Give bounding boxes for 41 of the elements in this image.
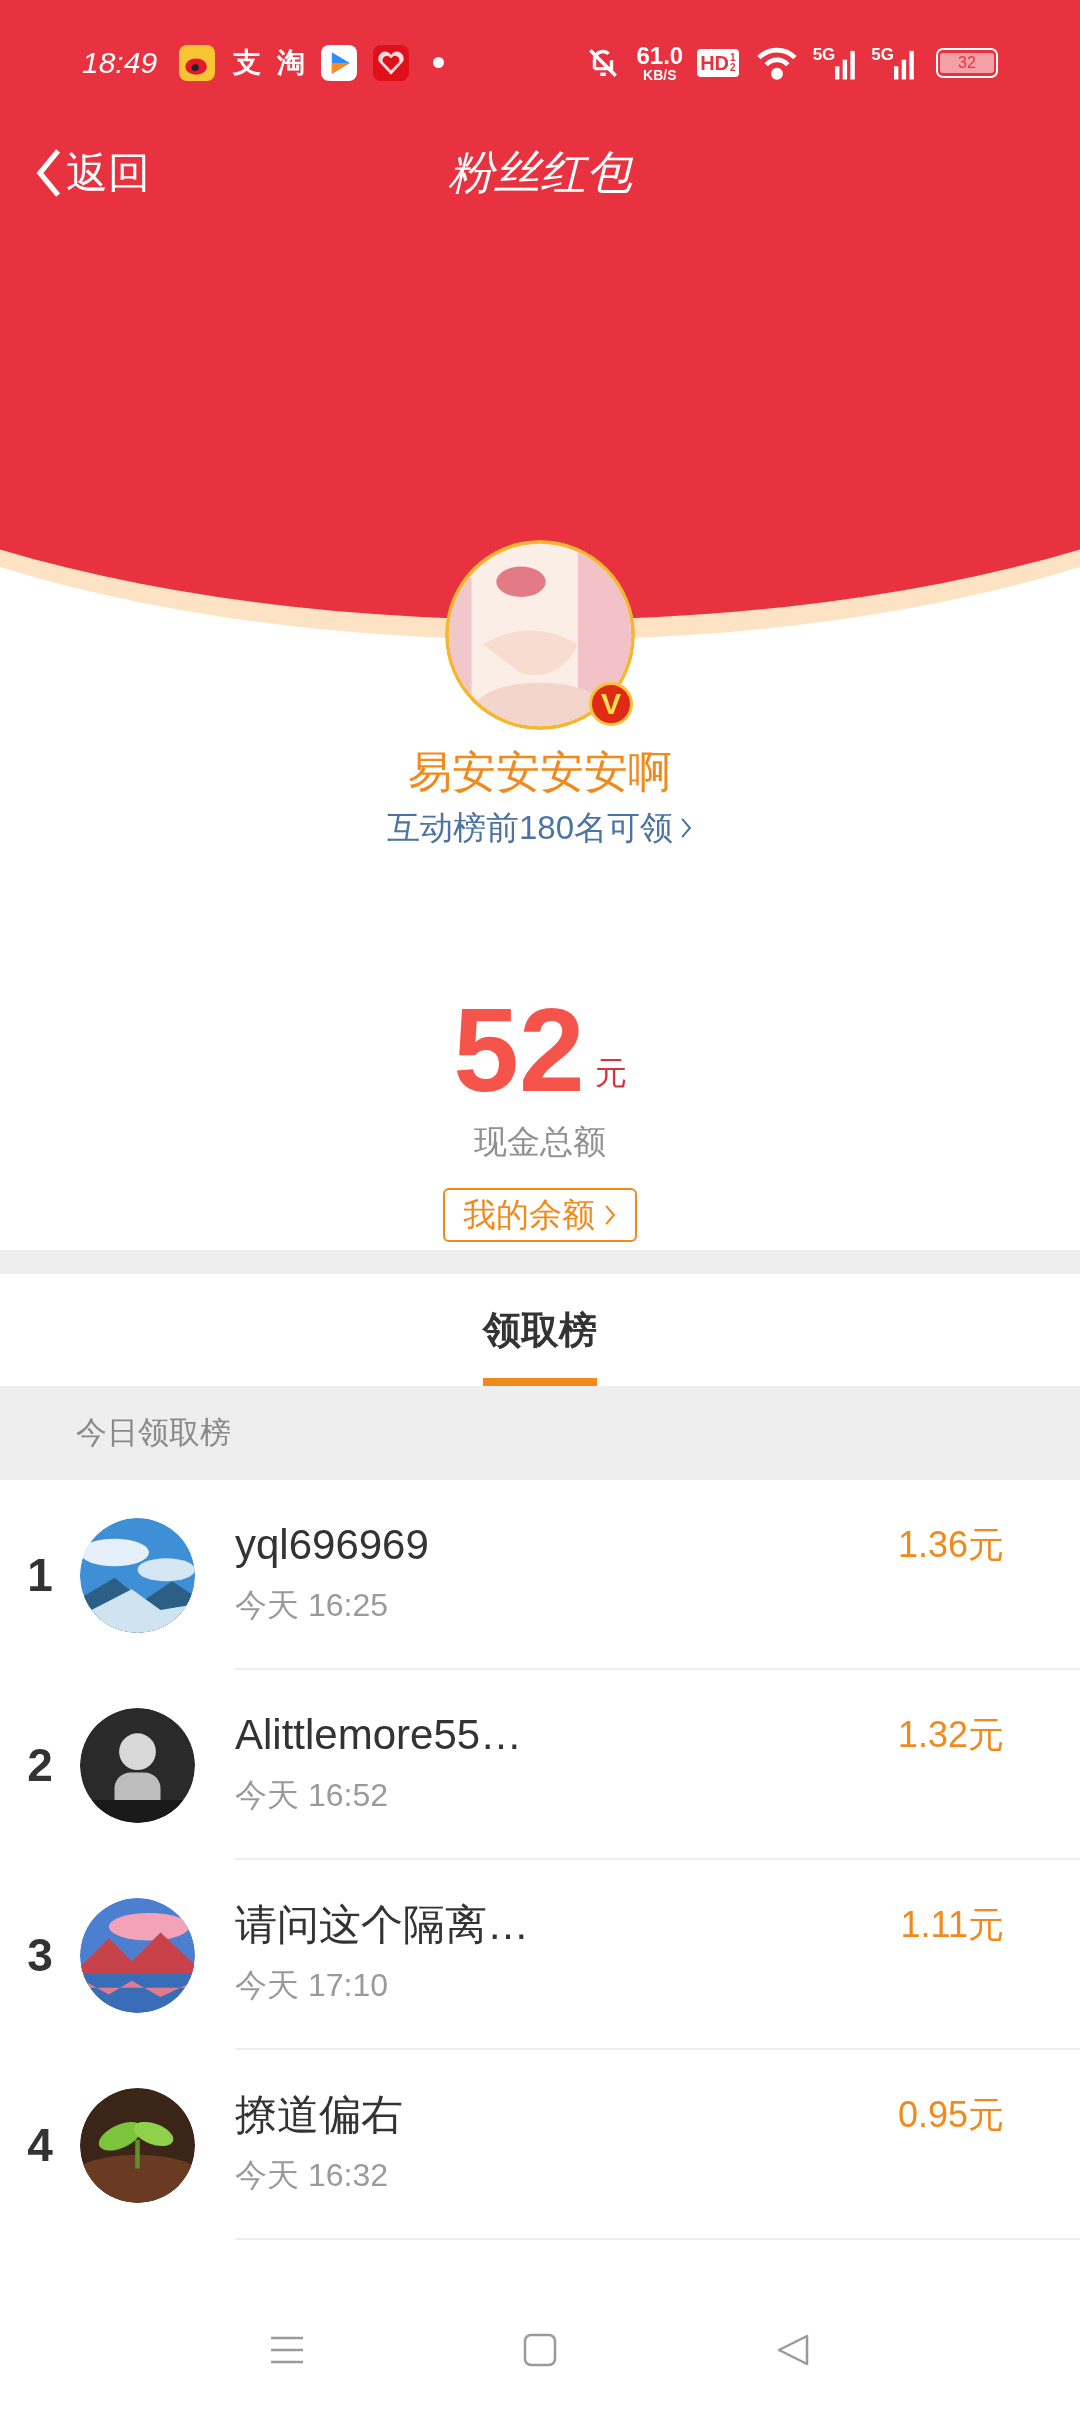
verified-badge: V [589, 682, 633, 726]
total-label: 现金总额 [474, 1121, 606, 1162]
balance-button[interactable]: 我的余额 [443, 1188, 637, 1242]
app-icon [321, 44, 358, 81]
claim-amount: 1.32元 [897, 1713, 1004, 1757]
app-glyph: 支 [233, 44, 262, 81]
user-name: yql696969 [235, 1519, 430, 1570]
app-icon [373, 44, 410, 81]
back-button[interactable]: 返回 [36, 141, 150, 204]
hd-sub: 2 [730, 62, 736, 73]
hd-sub: 1 [730, 52, 736, 63]
signal-label: 5G [871, 45, 894, 63]
claim-amount: 1.36元 [897, 1523, 1004, 1567]
app-glyph: 淘 [277, 44, 306, 81]
notification-dot-icon [433, 57, 445, 68]
network-unit: KB/S [643, 67, 677, 82]
page-title: 粉丝红包 [448, 144, 632, 201]
user-name: 撩道偏右 [235, 2089, 404, 2140]
battery-level: 32 [958, 54, 976, 71]
claim-time: 今天 16:52 [235, 1776, 389, 1816]
section-title: 今日领取榜 [76, 1413, 231, 1452]
user-name: Alittlemore55… [235, 1709, 524, 1760]
user-name: 请问这个隔离… [235, 1899, 530, 1950]
claim-time: 今天 16:25 [235, 1586, 389, 1626]
hd-label: HD [700, 52, 730, 73]
claim-amount: 0.95元 [897, 2093, 1004, 2137]
rank-number: 3 [26, 1927, 54, 1983]
rank-number: 2 [26, 1737, 54, 1793]
rank-number: 4 [26, 2117, 54, 2173]
network-speed: 61.0 [636, 43, 684, 68]
claim-time: 今天 17:10 [235, 1966, 389, 2006]
currency-unit: 元 [594, 1053, 627, 1093]
claim-time: 今天 16:32 [235, 2156, 389, 2196]
status-time: 18:49 [82, 45, 158, 81]
app-icon [179, 44, 216, 81]
eligibility-link[interactable]: 互动榜前180名可领 [386, 803, 694, 853]
total-amount: 52 [453, 990, 585, 1109]
rank-number: 1 [26, 1547, 54, 1603]
signal-label: 5G [812, 45, 836, 63]
claim-amount: 1.11元 [900, 1903, 1004, 1947]
user-name: 易安安安安啊 [408, 746, 672, 798]
